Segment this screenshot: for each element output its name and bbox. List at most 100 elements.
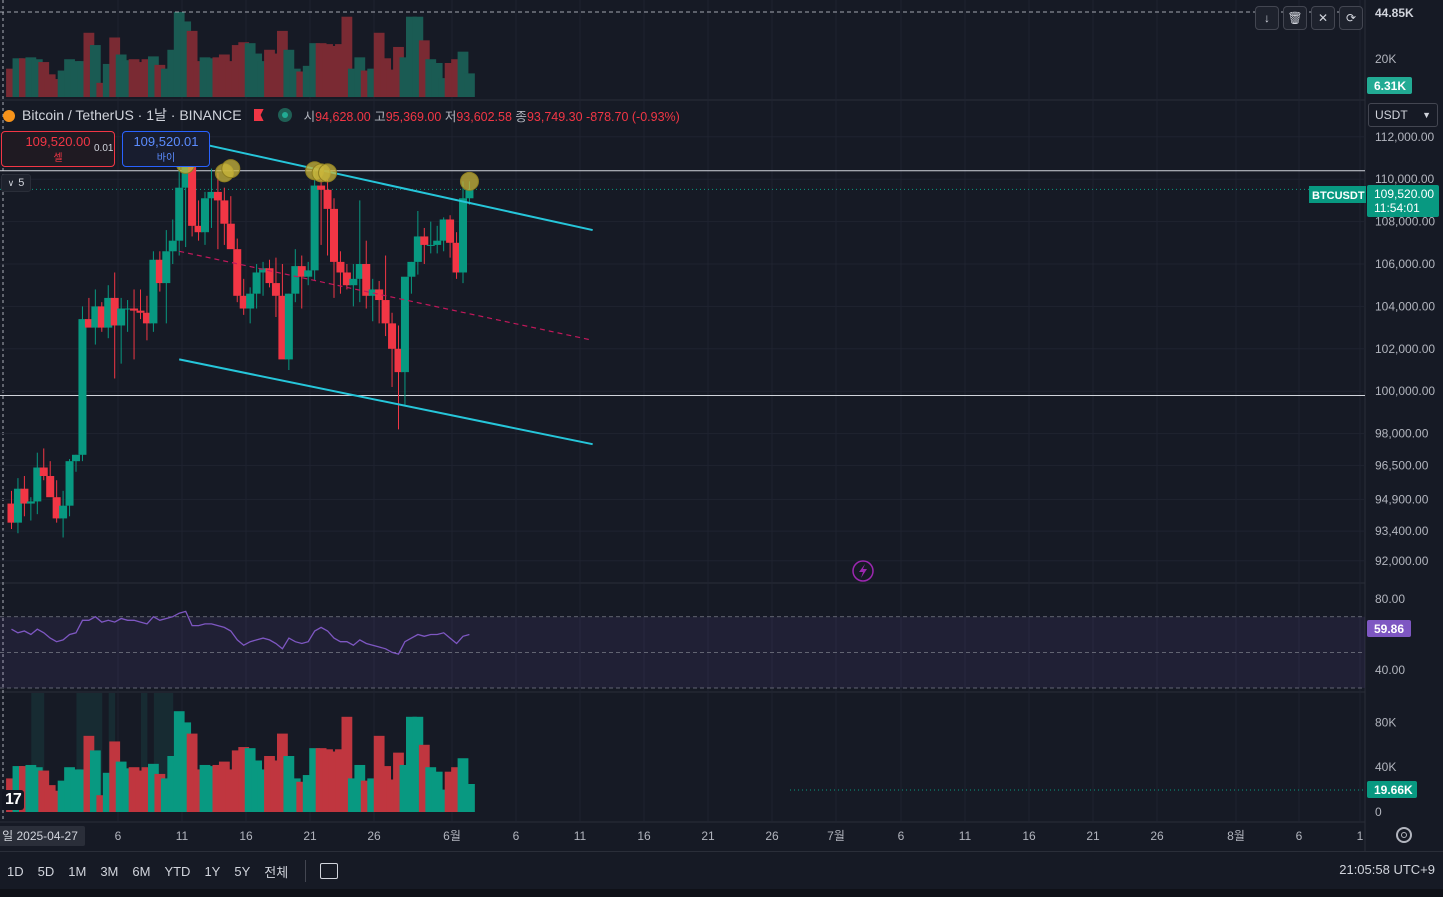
candle-body xyxy=(246,293,255,309)
price-tick-label: 104,000.00 xyxy=(1375,299,1435,313)
high-label: 고 xyxy=(374,109,386,124)
last-price-value: 109,520.00 xyxy=(1374,187,1434,201)
open-value: 94,628.00 xyxy=(315,109,371,124)
range-ytd[interactable]: YTD xyxy=(157,864,197,879)
price-tick-label: 94,900.00 xyxy=(1375,492,1429,506)
time-tick-label: 21 xyxy=(1086,829,1100,843)
arrow-down-icon[interactable]: ↓ xyxy=(1255,6,1279,30)
candle-body xyxy=(136,310,145,313)
candle-body xyxy=(168,240,177,252)
time-tick-label: 16 xyxy=(239,829,253,843)
range-1y[interactable]: 1Y xyxy=(197,864,227,879)
flag-icon[interactable] xyxy=(253,109,264,121)
touch-marker xyxy=(221,159,241,179)
trash-icon[interactable]: 🗑 xyxy=(1283,6,1307,30)
volume-bar xyxy=(464,784,475,812)
time-tick-label: 26 xyxy=(367,829,381,843)
candle-body xyxy=(349,278,358,286)
candle-body xyxy=(446,219,455,243)
range-all[interactable]: 전체 xyxy=(257,862,295,881)
overlay-volume-tick: 20K xyxy=(1375,52,1396,66)
ohlc-values: 시94,628.00 고95,369.00 저93,602.58 종93,749… xyxy=(304,106,680,125)
time-tick-label: 7월 xyxy=(827,829,845,843)
candle-body xyxy=(117,308,126,326)
low-label: 저 xyxy=(444,109,457,124)
candle-body xyxy=(252,272,261,294)
bar-countdown: 11:54:01 xyxy=(1374,201,1420,215)
chevron-down-icon: ∨ xyxy=(7,177,15,188)
collapse-count: 5 xyxy=(18,177,25,189)
time-tick-label: 6 xyxy=(898,829,905,843)
volume-value: 19.66K xyxy=(1374,783,1413,797)
candle-body xyxy=(388,323,397,349)
overlay-volume-bar xyxy=(464,73,475,97)
volume-tick-label: 80K xyxy=(1375,715,1396,729)
rsi-value: 59.86 xyxy=(1374,622,1404,636)
time-tick-label: 11 xyxy=(574,829,587,843)
overlay-volume-value: 6.31K xyxy=(1374,79,1406,93)
time-tick-label: 26 xyxy=(765,829,779,843)
time-tick-label: 16 xyxy=(637,829,651,843)
symbol-price-label: BTCUSDT xyxy=(1312,190,1365,202)
plot-background xyxy=(0,0,1443,851)
chart-canvas[interactable]: 112,000.00110,000.00108,000.00106,000.00… xyxy=(0,0,1443,897)
settings-gear-icon[interactable] xyxy=(1396,827,1412,843)
price-tick-label: 100,000.00 xyxy=(1375,384,1435,398)
symbol-title[interactable]: Bitcoin / TetherUS · 1날 · BINANCE xyxy=(22,105,242,125)
range-6m[interactable]: 6M xyxy=(125,864,157,879)
buy-button[interactable]: 109,520.01 바이 xyxy=(122,131,210,167)
collapse-icon[interactable]: ✕ xyxy=(1311,6,1335,30)
loop-icon[interactable]: ⟳ xyxy=(1339,6,1363,30)
range-1m[interactable]: 1M xyxy=(61,864,93,879)
rsi-tick-label: 40.00 xyxy=(1375,663,1405,677)
time-tick-label: 11 xyxy=(959,829,972,843)
time-tick-label: 21 xyxy=(701,829,715,843)
time-tick-label: 8월 xyxy=(1227,829,1245,843)
chevron-down-icon: ▼ xyxy=(1422,110,1431,120)
candle-body xyxy=(407,261,416,277)
rsi-tick-label: 80.00 xyxy=(1375,592,1405,606)
price-tick-label: 98,000.00 xyxy=(1375,427,1429,441)
indicator-collapse-button[interactable]: ∨ 5 xyxy=(1,174,31,192)
close-value: 93,749.30 xyxy=(526,109,583,124)
candle-body xyxy=(284,293,293,360)
candle-body xyxy=(420,236,429,245)
volume-tick-label: 40K xyxy=(1375,760,1396,774)
change-value: -878.70 (-0.93%) xyxy=(586,109,680,124)
range-3m[interactable]: 3M xyxy=(93,864,125,879)
candle-body xyxy=(271,283,280,296)
price-tick-label: 106,000.00 xyxy=(1375,257,1435,271)
time-tick-label: 6월 xyxy=(443,829,461,843)
candle-body xyxy=(433,240,442,245)
range-5d[interactable]: 5D xyxy=(31,864,62,879)
symbol-header: Bitcoin / TetherUS · 1날 · BINANCE 시94,62… xyxy=(0,104,680,126)
buy-label: 바이 xyxy=(156,153,176,164)
currency-value: USDT xyxy=(1375,108,1408,122)
touch-marker xyxy=(318,163,338,183)
candle-body xyxy=(65,461,74,506)
calendar-icon[interactable] xyxy=(320,863,339,879)
price-tick-label: 96,500.00 xyxy=(1375,458,1429,472)
time-tick-label: 6 xyxy=(513,829,520,843)
time-tick-label: 26 xyxy=(1150,829,1164,843)
bottom-toolbar: 1D 5D 1M 3M 6M YTD 1Y 5Y 전체 xyxy=(0,851,1443,890)
candle-body xyxy=(310,185,319,271)
close-label: 종 xyxy=(515,109,527,124)
toolbar-divider xyxy=(305,860,307,882)
tradingview-logo[interactable]: 17 xyxy=(2,790,24,810)
volume-tick-label: 0 xyxy=(1375,805,1382,819)
time-tick-label: 일 2025-04-27 xyxy=(2,829,78,843)
candle-body xyxy=(400,276,409,373)
high-value: 95,369.00 xyxy=(385,109,442,124)
candle-body xyxy=(426,244,435,246)
price-tick-label: 112,000.00 xyxy=(1375,130,1434,144)
currency-select[interactable]: USDT ▼ xyxy=(1368,103,1438,127)
low-value: 93,602.58 xyxy=(456,109,512,124)
candle-body xyxy=(381,300,390,324)
buy-price: 109,520.01 xyxy=(133,134,199,149)
time-tick-label: 11 xyxy=(176,829,189,843)
candle-body xyxy=(78,319,87,455)
range-5y[interactable]: 5Y xyxy=(227,864,257,879)
range-1d[interactable]: 1D xyxy=(0,864,31,879)
candle-body xyxy=(304,270,313,277)
